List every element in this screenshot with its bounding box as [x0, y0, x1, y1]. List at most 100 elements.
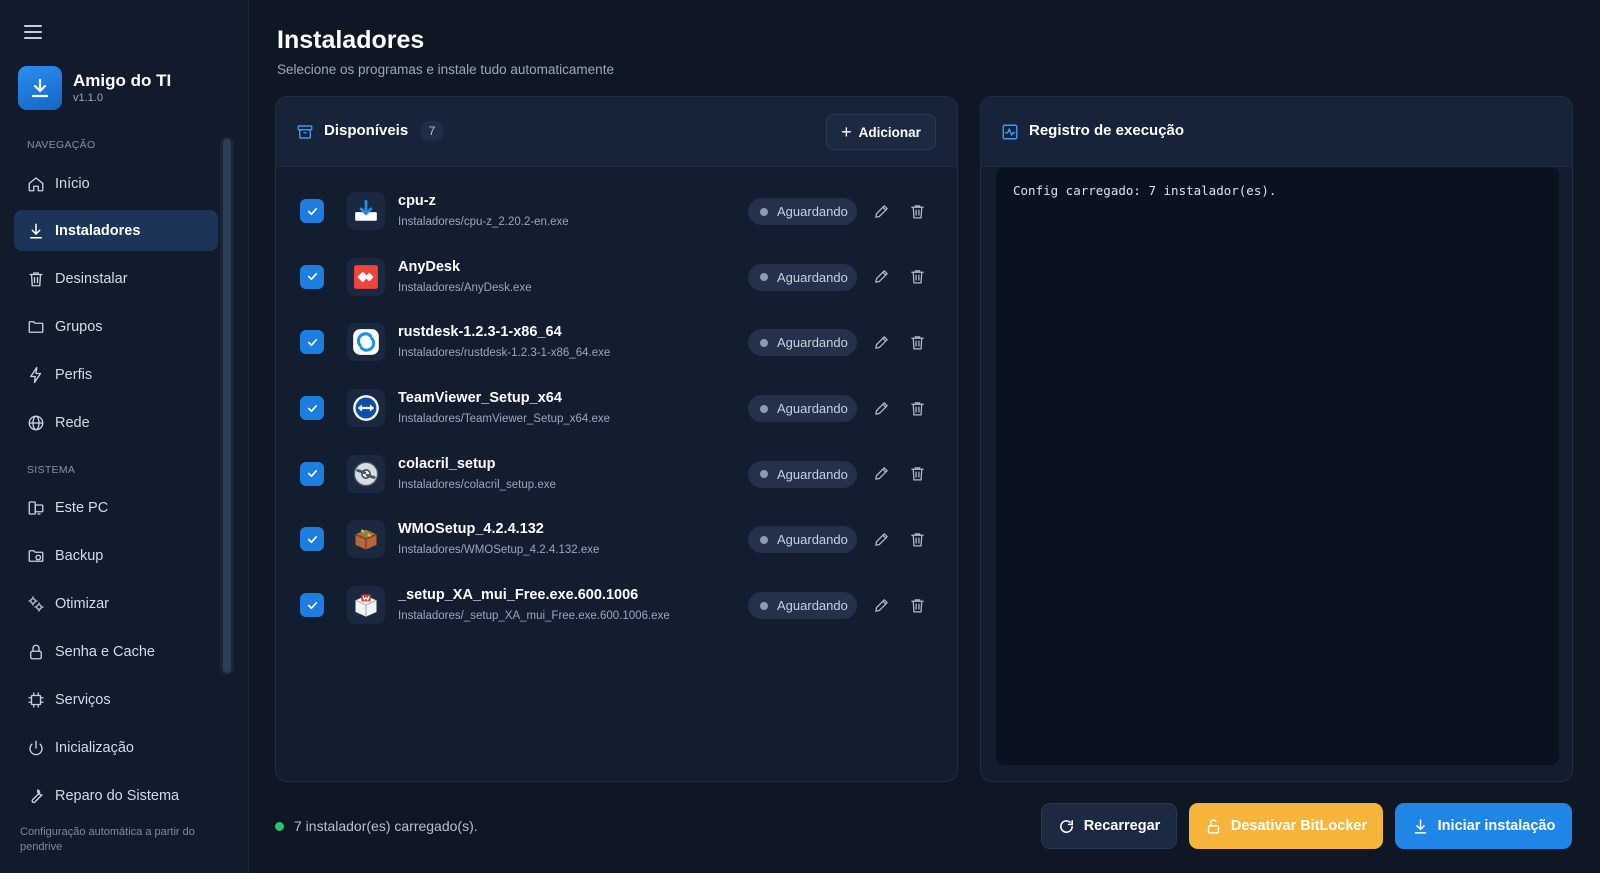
disable-bitlocker-label: Desativar BitLocker [1230, 818, 1368, 834]
checkbox[interactable] [300, 199, 324, 223]
log-output[interactable]: Config carregado: 7 instalador(es). [996, 167, 1559, 765]
checkbox[interactable] [300, 593, 324, 618]
sidebar-item-label: Perfis [55, 366, 93, 383]
activity-icon [1002, 124, 1018, 140]
checkbox[interactable] [300, 461, 324, 486]
download-icon [27, 222, 45, 240]
edit-icon[interactable] [871, 267, 891, 287]
sidebar-item-senha-cache[interactable]: Senha e Cache [14, 631, 218, 672]
chip-icon [27, 691, 45, 709]
delete-icon[interactable] [907, 595, 927, 615]
trash-icon [27, 270, 45, 288]
edit-icon[interactable] [871, 464, 891, 484]
folder-icon [27, 318, 45, 336]
installer-list: cpu-z Instaladores/cpu-z_2.20.2-en.exe A… [276, 179, 957, 639]
status-dot [275, 821, 284, 831]
sidebar-item-este-pc[interactable]: Este PC [14, 487, 218, 528]
status-text: Aguardando [777, 204, 848, 219]
installers-panel-header: Disponíveis 7 + Adicionar [276, 97, 957, 167]
log-panel: Registro de execução Config carregado: 7… [980, 96, 1573, 782]
app-version: v1.1.0 [73, 92, 103, 104]
section-label-navegacao: NAVEGAÇÃO [27, 139, 96, 151]
sidebar-item-instaladores[interactable]: Instaladores [14, 210, 218, 251]
disable-bitlocker-button[interactable]: Desativar BitLocker [1189, 803, 1383, 849]
installers-panel: Disponíveis 7 + Adicionar cpu-z Instalad… [275, 96, 958, 782]
archive-icon [297, 125, 313, 139]
list-item: cpu-z Instaladores/cpu-z_2.20.2-en.exe A… [276, 179, 957, 245]
wrench-icon [27, 787, 45, 805]
list-item: TeamViewer_Setup_x64 Instaladores/TeamVi… [276, 376, 957, 442]
status-badge: Aguardando [748, 198, 857, 225]
edit-icon[interactable] [871, 332, 891, 352]
sidebar-item-servicos[interactable]: Serviços [14, 679, 218, 720]
delete-icon[interactable] [907, 201, 927, 221]
installer-path: Instaladores/TeamViewer_Setup_x64.exe [398, 413, 611, 426]
installer-name: cpu-z [398, 193, 436, 209]
add-button[interactable]: + Adicionar [826, 114, 936, 150]
status-dot [760, 338, 768, 347]
list-item: rustdesk-1.2.3-1-x86_64 Instaladores/rus… [276, 310, 957, 376]
status-text: Aguardando [777, 401, 848, 417]
checkbox[interactable] [300, 527, 324, 552]
sidebar-item-label: Backup [55, 547, 104, 564]
start-install-button[interactable]: Iniciar instalação [1395, 803, 1572, 849]
sidebar-item-reparo-do-sistema[interactable]: Reparo do Sistema [14, 775, 218, 816]
section-label-sistema: SISTEMA [27, 464, 76, 476]
delete-icon[interactable] [907, 464, 927, 484]
delete-icon[interactable] [907, 332, 927, 352]
checkbox[interactable] [300, 330, 324, 355]
delete-icon[interactable] [907, 398, 927, 418]
installer-icon [347, 192, 385, 230]
sidebar-item-label: Grupos [55, 318, 103, 335]
sidebar-item-label: Desinstalar [55, 270, 128, 287]
status-text: Aguardando [777, 598, 848, 614]
add-button-label: Adicionar [858, 124, 921, 140]
log-panel-title: Registro de execução [1029, 122, 1185, 139]
edit-icon[interactable] [871, 398, 891, 418]
installer-name: WMOSetup_4.2.4.132 [398, 521, 544, 538]
download-arrow-icon [18, 66, 62, 110]
sidebar-item-grupos[interactable]: Grupos [14, 306, 218, 347]
anydesk-icon [347, 257, 385, 296]
menu-icon[interactable] [24, 24, 42, 40]
edit-icon[interactable] [871, 529, 891, 549]
sidebar-item-otimizar[interactable]: Otimizar [14, 583, 218, 624]
delete-icon[interactable] [907, 529, 927, 549]
list-item: AnyDesk Instaladores/AnyDesk.exe Aguarda… [276, 245, 957, 311]
scrollbar-thumb[interactable] [223, 139, 231, 673]
sidebar-item-backup[interactable]: Backup [14, 535, 218, 576]
refresh-icon [1059, 819, 1073, 833]
checkbox[interactable] [300, 396, 324, 421]
checkbox[interactable] [300, 264, 324, 289]
status-badge: Aguardando [748, 263, 857, 291]
sidebar-scrollbar[interactable] [220, 137, 234, 675]
reload-button[interactable]: Recarregar [1041, 803, 1177, 849]
list-item: colacril_setup Instaladores/colacril_set… [276, 442, 957, 508]
edit-icon[interactable] [871, 201, 891, 221]
delete-icon[interactable] [907, 267, 927, 287]
status-text: Aguardando [777, 269, 848, 285]
sidebar-item-inicializacao[interactable]: Inicialização [14, 727, 218, 768]
status-dot [760, 207, 768, 216]
sidebar-item-label: Reparo do Sistema [55, 787, 180, 804]
status-text: Aguardando [777, 532, 848, 548]
sidebar-item-inicio[interactable]: Início [14, 163, 218, 204]
status-dot [760, 273, 768, 282]
sidebar-item-label: Senha e Cache [55, 643, 155, 660]
sidebar-item-desinstalar[interactable]: Desinstalar [14, 258, 218, 299]
sidebar-item-label: Instaladores [55, 222, 141, 239]
page-subtitle: Selecione os programas e instale tudo au… [277, 62, 614, 77]
sidebar-footer-note: Configuração automática a partir do pend… [20, 826, 195, 853]
sidebar-item-label: Serviços [55, 691, 111, 708]
sidebar-item-label: Este PC [55, 499, 109, 516]
sidebar-item-perfis[interactable]: Perfis [14, 354, 218, 395]
power-icon [27, 739, 45, 757]
sidebar-item-label: Rede [55, 414, 90, 431]
rustdesk-icon [347, 323, 385, 362]
installer-name: rustdesk-1.2.3-1-x86_64 [398, 324, 562, 341]
reload-button-label: Recarregar [1083, 818, 1161, 834]
sidebar-item-rede[interactable]: Rede [14, 402, 218, 443]
count-badge: 7 [420, 121, 444, 141]
edit-icon[interactable] [871, 595, 891, 615]
start-install-label: Iniciar instalação [1437, 818, 1556, 834]
